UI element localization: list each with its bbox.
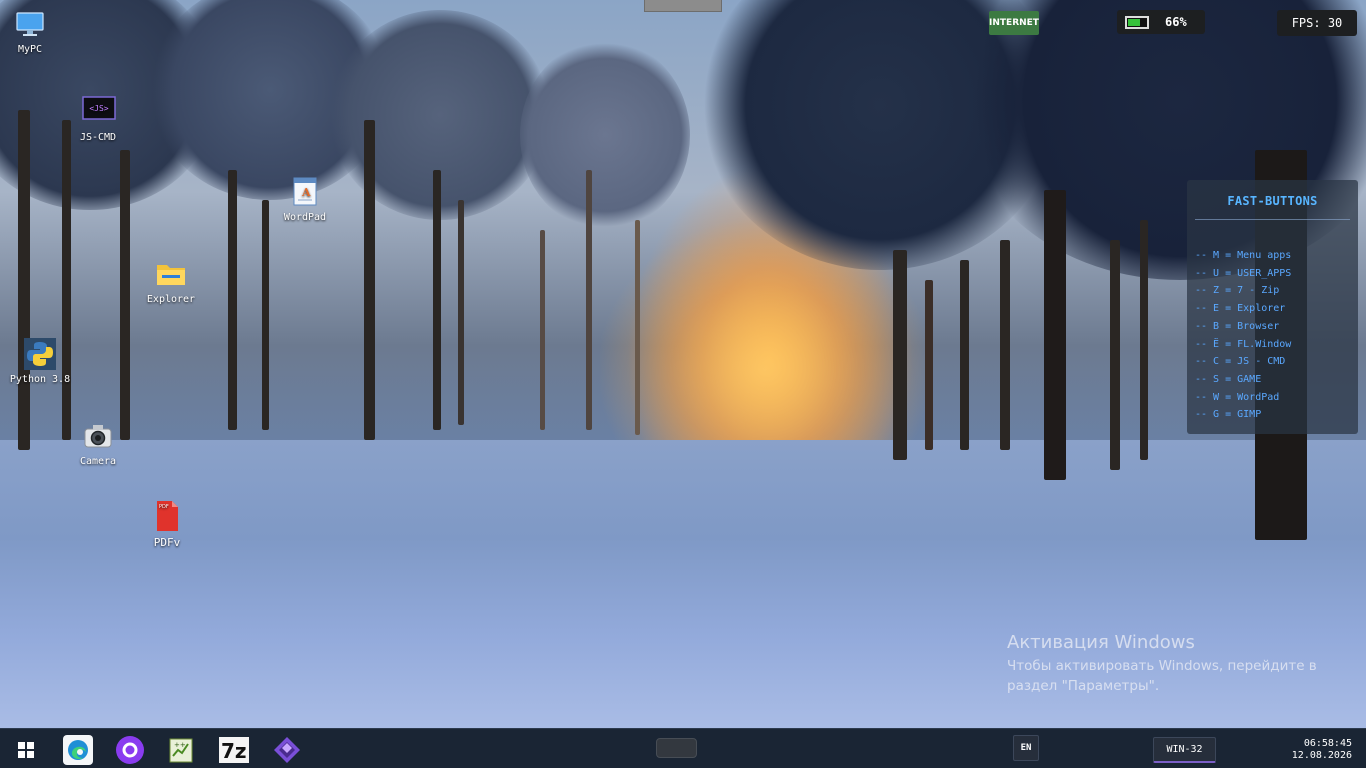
- alice-icon[interactable]: [115, 735, 145, 765]
- svg-text:PDF: PDF: [159, 504, 169, 510]
- fast-button-item: -- E = Explorer: [1195, 303, 1286, 315]
- terminal-icon: <JS>: [82, 96, 116, 128]
- desktop-icon-label: Camera: [79, 456, 117, 467]
- tree-trunk: [228, 170, 237, 430]
- clock[interactable]: 06:58:45 12.08.2026: [1292, 738, 1352, 762]
- tree-trunk: [635, 220, 640, 435]
- watermark-text: Чтобы активировать Windows, перейдите в …: [1007, 656, 1337, 696]
- desktop-icon-label: MyPC: [17, 44, 43, 55]
- fps-counter: FPS: 30: [1277, 10, 1357, 36]
- desktop-icon-camera[interactable]: Camera: [56, 420, 140, 467]
- tree-trunk: [1110, 240, 1120, 470]
- svg-text:A: A: [301, 186, 311, 199]
- svg-text:++: ++: [174, 741, 186, 749]
- tree-trunk: [262, 200, 269, 430]
- fast-button-item: -- B = Browser: [1195, 320, 1280, 332]
- fast-button-item: -- U = USER_APPS: [1195, 267, 1292, 279]
- svg-text:7z: 7z: [221, 739, 247, 763]
- fast-buttons-panel: FAST-BUTTONS -- M = Menu apps -- U = USE…: [1187, 180, 1358, 434]
- desktop-icon-label: PDFv: [153, 536, 181, 549]
- divider: [1195, 219, 1350, 220]
- snowy-ground: [0, 440, 1366, 768]
- clock-time: 06:58:45: [1303, 738, 1352, 749]
- fast-button-item: -- Z = 7 - Zip: [1195, 285, 1280, 297]
- windows-start-icon[interactable]: [11, 735, 41, 765]
- fast-button-item: -- G = GIMP: [1195, 409, 1262, 421]
- desktop-icon-js-cmd[interactable]: <JS> JS-CMD: [56, 96, 140, 143]
- tree-trunk: [586, 170, 592, 430]
- fast-button-item: -- S = GAME: [1195, 373, 1262, 385]
- tree-trunk: [364, 120, 375, 440]
- desktop-icon-label: JS-CMD: [79, 132, 117, 143]
- clock-date: 12.08.2026: [1291, 750, 1352, 761]
- edge-icon[interactable]: [63, 735, 93, 765]
- desktop-icon-pdfv[interactable]: PDF PDFv: [125, 500, 209, 549]
- python-icon: [24, 338, 56, 370]
- desktop-icon-explorer[interactable]: Explorer: [129, 258, 213, 305]
- tree-trunk: [960, 260, 969, 450]
- tree-trunk: [62, 120, 71, 440]
- battery-fill: [1128, 18, 1141, 26]
- battery-indicator: 66%: [1117, 10, 1205, 34]
- watermark-line: Чтобы активировать Windows, перейдите в: [1007, 658, 1317, 674]
- tree-trunk: [458, 200, 464, 425]
- desktop-icon-label: WordPad: [283, 212, 327, 223]
- internet-label: INTERNET: [989, 18, 1039, 28]
- win32-label: WIN-32: [1166, 744, 1203, 755]
- desktop-icon-python[interactable]: Python 3.8: [0, 338, 82, 385]
- battery-percent: 66%: [1165, 15, 1187, 29]
- tree-trunk: [540, 230, 545, 430]
- taskbar-center-button[interactable]: [656, 738, 697, 758]
- language-switch[interactable]: EN: [1013, 735, 1039, 761]
- watermark-line: раздел "Параметры".: [1007, 678, 1160, 694]
- tree-trunk: [18, 110, 30, 450]
- game-icon[interactable]: [272, 735, 302, 765]
- battery-icon: [1125, 15, 1149, 29]
- taskbar: ++ 7z EN WIN-32 06:58:45 12.08.2026: [0, 728, 1366, 768]
- fast-buttons-title: FAST-BUTTONS: [1227, 194, 1318, 208]
- camera-icon: [82, 420, 114, 452]
- tree-trunk: [893, 250, 907, 460]
- desktop-icon-label: Explorer: [146, 294, 196, 305]
- fast-button-item: -- C = JS - CMD: [1195, 356, 1286, 368]
- desktop-icon-mypc[interactable]: MyPC: [0, 8, 72, 55]
- tree-trunk: [1044, 190, 1066, 480]
- desktop-icon-wordpad[interactable]: A WordPad: [263, 176, 347, 223]
- 7zip-icon[interactable]: 7z: [219, 735, 249, 765]
- svg-text:<JS>: <JS>: [89, 104, 108, 113]
- notepad-plus-icon[interactable]: ++: [167, 735, 197, 765]
- internet-status-badge[interactable]: INTERNET: [989, 11, 1039, 35]
- folder-icon: [155, 258, 187, 290]
- language-label: EN: [1020, 743, 1032, 753]
- tree-trunk: [1000, 240, 1010, 450]
- tree-foliage: [520, 40, 690, 230]
- win32-window-button[interactable]: WIN-32: [1153, 737, 1216, 763]
- monitor-icon: [14, 8, 46, 40]
- fast-button-item: -- M = Menu apps: [1195, 250, 1292, 261]
- activation-watermark: Активация Windows Чтобы активировать Win…: [1007, 632, 1337, 696]
- desktop-icon-label: Python 3.8: [9, 374, 71, 385]
- wordpad-icon: A: [289, 176, 321, 208]
- tree-trunk: [1140, 220, 1148, 460]
- fps-label: FPS: 30: [1291, 16, 1343, 30]
- pdf-file-icon: PDF: [151, 500, 183, 532]
- fast-button-item: -- W = WordPad: [1195, 391, 1280, 403]
- fast-button-item: -- Ë = FL.Window: [1195, 338, 1292, 350]
- watermark-heading: Активация Windows: [1007, 632, 1195, 653]
- top-pull-tab[interactable]: [644, 0, 722, 12]
- fast-buttons-list: -- M = Menu apps -- U = USER_APPS -- Z =…: [1195, 247, 1350, 424]
- tree-trunk: [433, 170, 441, 430]
- tree-trunk: [925, 280, 933, 450]
